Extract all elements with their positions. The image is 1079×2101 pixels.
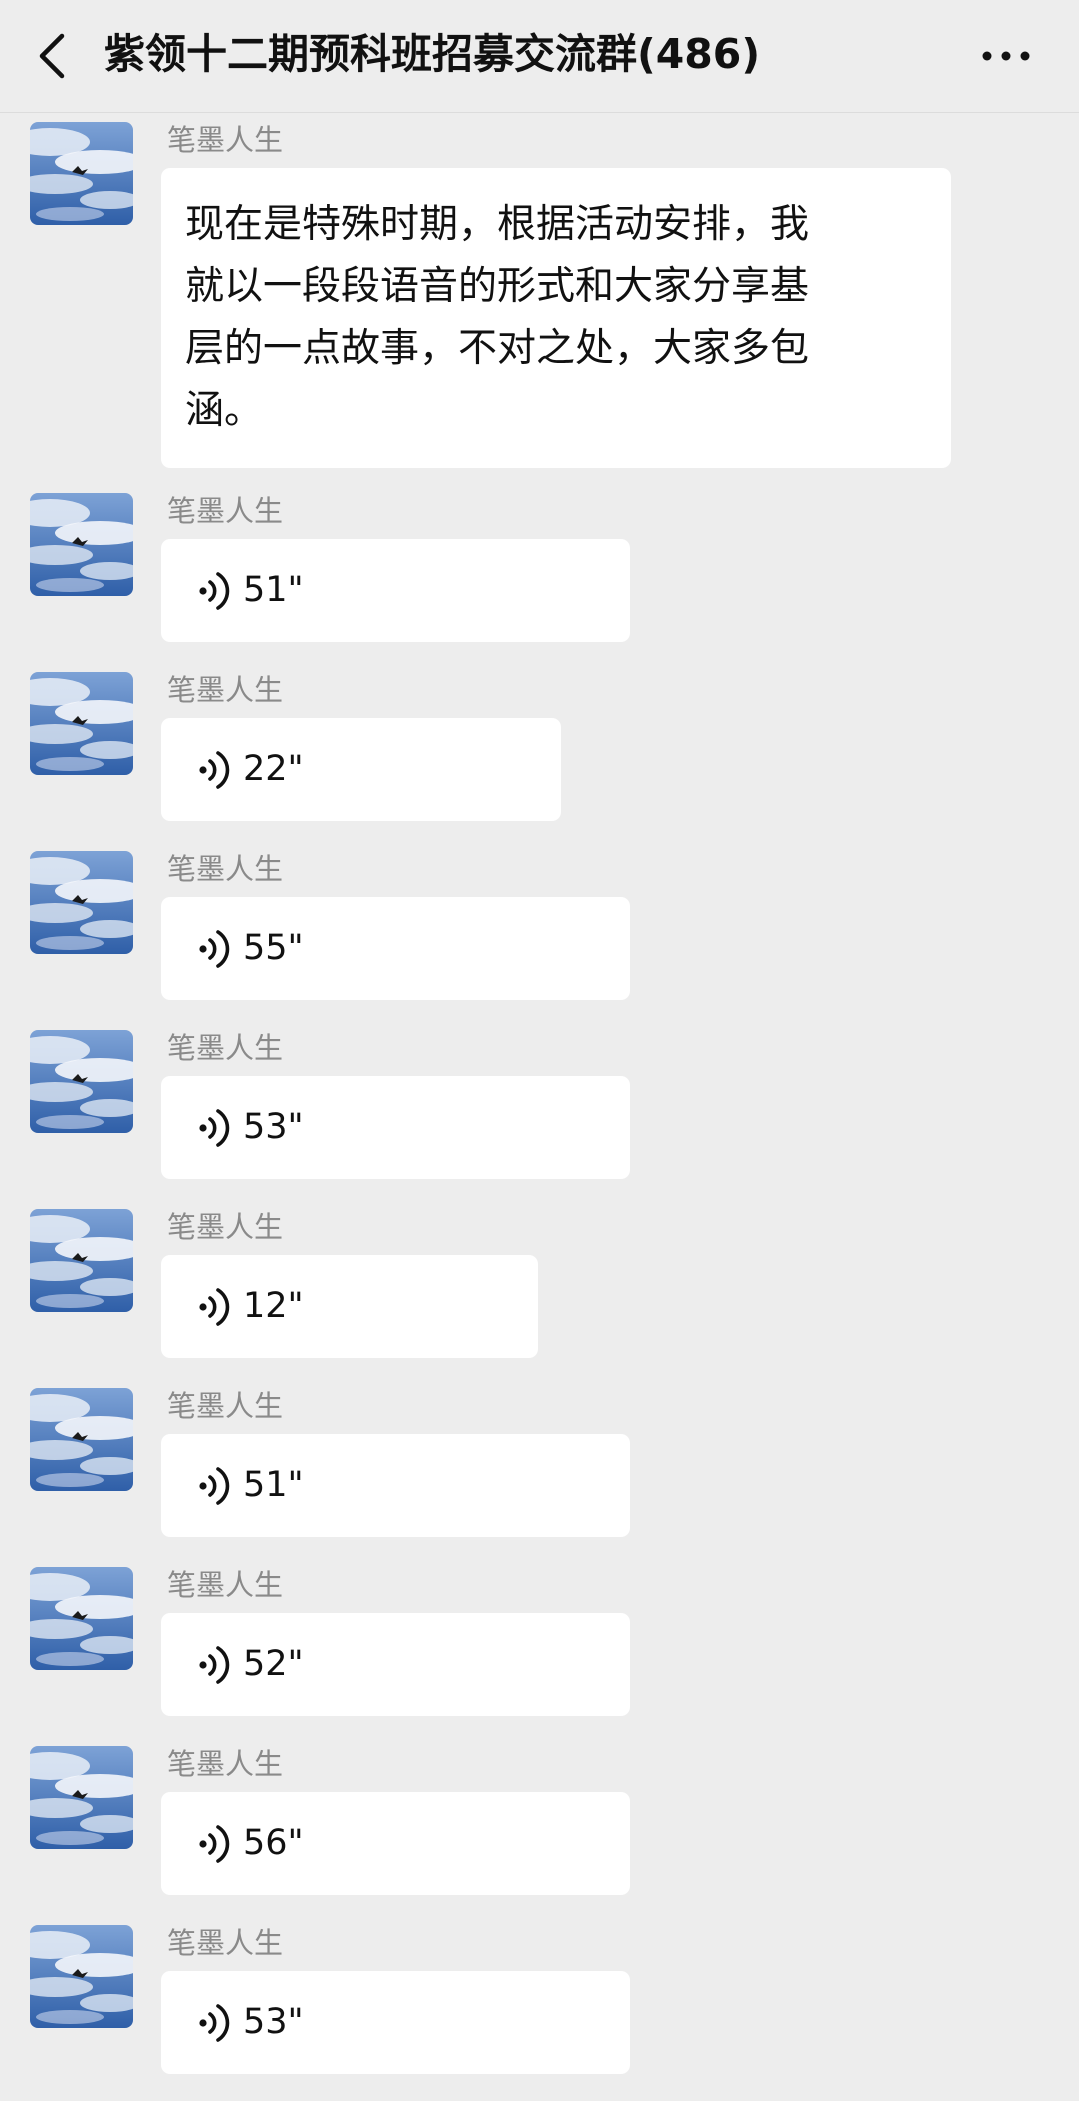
sender-name: 笔墨人生 bbox=[167, 1568, 284, 1602]
voice-duration: 52" bbox=[243, 1644, 304, 1684]
voice-duration: 53" bbox=[243, 1107, 304, 1147]
chat-header: 紫领十二期预科班招募交流群(486) bbox=[0, 0, 1079, 113]
voice-duration: 51" bbox=[243, 570, 304, 610]
chat-title: 紫领十二期预科班招募交流群(486) bbox=[104, 30, 761, 78]
voice-message-bubble[interactable]: 51" bbox=[161, 1434, 630, 1537]
message-item: 笔墨人生 56" bbox=[0, 1742, 1079, 1921]
avatar[interactable] bbox=[30, 672, 133, 775]
message-item: 笔墨人生 53" bbox=[0, 1921, 1079, 2100]
voice-wave-icon bbox=[199, 572, 230, 610]
message-item: 笔墨人生 现在是特殊时期，根据活动安排，我 就以一段段语音的形式和大家分享基 层… bbox=[0, 118, 1079, 489]
voice-wave-icon bbox=[199, 1288, 230, 1326]
message-item: 笔墨人生 53" bbox=[0, 1026, 1079, 1205]
sender-name: 笔墨人生 bbox=[167, 1210, 284, 1244]
avatar[interactable] bbox=[30, 1567, 133, 1670]
avatar[interactable] bbox=[30, 493, 133, 596]
avatar[interactable] bbox=[30, 1925, 133, 2028]
voice-duration: 55" bbox=[243, 928, 304, 968]
voice-wave-icon bbox=[199, 751, 230, 789]
voice-duration: 53" bbox=[243, 2002, 304, 2042]
voice-message-bubble[interactable]: 55" bbox=[161, 897, 630, 1000]
message-list: 笔墨人生 现在是特殊时期，根据活动安排，我 就以一段段语音的形式和大家分享基 层… bbox=[0, 118, 1079, 2100]
voice-message-bubble[interactable]: 53" bbox=[161, 1076, 630, 1179]
message-item: 笔墨人生 22" bbox=[0, 668, 1079, 847]
message-text: 现在是特殊时期，根据活动安排，我 就以一段段语音的形式和大家分享基 层的一点故事… bbox=[185, 202, 810, 433]
sender-name: 笔墨人生 bbox=[167, 1389, 284, 1423]
avatar[interactable] bbox=[30, 1030, 133, 1133]
voice-message-bubble[interactable]: 12" bbox=[161, 1255, 538, 1358]
voice-duration: 12" bbox=[243, 1286, 304, 1326]
voice-wave-icon bbox=[199, 1825, 230, 1863]
avatar[interactable] bbox=[30, 122, 133, 225]
sender-name: 笔墨人生 bbox=[167, 673, 284, 707]
voice-message-bubble[interactable]: 22" bbox=[161, 718, 561, 821]
sender-name: 笔墨人生 bbox=[167, 494, 284, 528]
voice-wave-icon bbox=[199, 930, 230, 968]
avatar[interactable] bbox=[30, 1746, 133, 1849]
avatar[interactable] bbox=[30, 1388, 133, 1491]
more-dots-icon[interactable] bbox=[980, 36, 1032, 76]
sender-name: 笔墨人生 bbox=[167, 1747, 284, 1781]
voice-message-bubble[interactable]: 51" bbox=[161, 539, 630, 642]
voice-message-bubble[interactable]: 56" bbox=[161, 1792, 630, 1895]
voice-message-bubble[interactable]: 53" bbox=[161, 1971, 630, 2074]
voice-duration: 22" bbox=[243, 749, 304, 789]
sender-name: 笔墨人生 bbox=[167, 1031, 284, 1065]
message-item: 笔墨人生 12" bbox=[0, 1205, 1079, 1384]
sender-name: 笔墨人生 bbox=[167, 123, 284, 157]
voice-wave-icon bbox=[199, 1646, 230, 1684]
message-item: 笔墨人生 55" bbox=[0, 847, 1079, 1026]
message-item: 笔墨人生 52" bbox=[0, 1563, 1079, 1742]
chevron-left-icon[interactable] bbox=[34, 32, 70, 80]
voice-wave-icon bbox=[199, 2004, 230, 2042]
avatar[interactable] bbox=[30, 1209, 133, 1312]
sender-name: 笔墨人生 bbox=[167, 1926, 284, 1960]
voice-duration: 56" bbox=[243, 1823, 304, 1863]
voice-duration: 51" bbox=[243, 1465, 304, 1505]
voice-message-bubble[interactable]: 52" bbox=[161, 1613, 630, 1716]
message-item: 笔墨人生 51" bbox=[0, 1384, 1079, 1563]
voice-wave-icon bbox=[199, 1109, 230, 1147]
voice-wave-icon bbox=[199, 1467, 230, 1505]
sender-name: 笔墨人生 bbox=[167, 852, 284, 886]
avatar[interactable] bbox=[30, 851, 133, 954]
text-message-bubble[interactable]: 现在是特殊时期，根据活动安排，我 就以一段段语音的形式和大家分享基 层的一点故事… bbox=[161, 168, 951, 468]
message-item: 笔墨人生 51" bbox=[0, 489, 1079, 668]
